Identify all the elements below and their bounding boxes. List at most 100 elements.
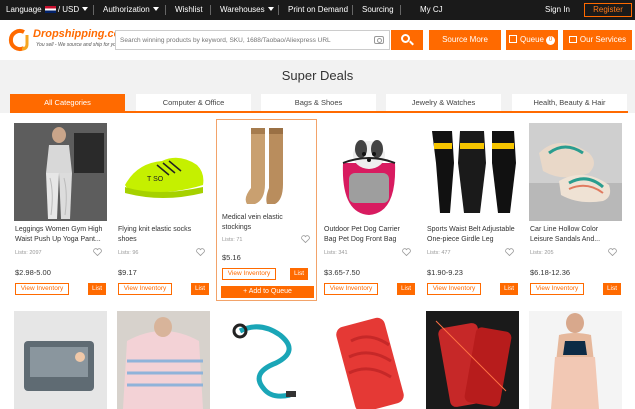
product-lists-count: Lists: 71	[222, 237, 243, 243]
product-image[interactable]: T SO	[117, 123, 210, 221]
authorization-label: Authorization	[103, 5, 150, 14]
heart-icon[interactable]	[196, 248, 205, 256]
product-name[interactable]: Sports Waist Belt Adjustable One-piece G…	[427, 225, 515, 245]
wishlist-link[interactable]: Wishlist	[175, 0, 203, 20]
product-card[interactable]: Outdoor Pet Dog Carrier Bag Pet Dog Fron…	[319, 119, 417, 304]
top-nav-bar: Language / USD Authorization Wishlist Wa…	[0, 0, 635, 20]
sign-in-link[interactable]: Sign In	[545, 0, 570, 20]
product-image[interactable]	[529, 123, 622, 221]
product-price: $5.16	[222, 253, 241, 262]
list-button[interactable]: List	[290, 268, 308, 280]
product-card-hovered[interactable]: Medical vein elastic stockings Lists: 71…	[216, 119, 317, 301]
tab-bags-shoes[interactable]: Bags & Shoes	[261, 94, 376, 111]
view-inventory-button[interactable]: View Inventory	[118, 283, 172, 295]
sourcing-link[interactable]: Sourcing	[362, 0, 394, 20]
list-button[interactable]: List	[500, 283, 518, 295]
register-button[interactable]: Register	[584, 3, 632, 17]
language-selector[interactable]: Language / USD	[6, 0, 89, 20]
us-flag-icon	[44, 6, 56, 13]
gift-icon	[568, 36, 577, 43]
cj-logo-icon	[8, 29, 29, 51]
divider	[352, 5, 353, 15]
chevron-down-icon	[152, 7, 159, 11]
product-image-row2[interactable]	[117, 311, 210, 409]
product-name[interactable]: Flying knit elastic socks shoes	[118, 225, 206, 245]
product-name[interactable]: Leggings Women Gym High Waist Push Up Yo…	[15, 225, 103, 245]
search-button[interactable]	[391, 30, 423, 50]
site-header: Dropshipping.com You sell - We source an…	[0, 20, 635, 60]
product-lists-count: Lists: 96	[118, 250, 139, 256]
product-image[interactable]	[221, 124, 314, 210]
heart-icon[interactable]	[402, 248, 411, 256]
tab-computer-office[interactable]: Computer & Office	[136, 94, 251, 111]
product-name[interactable]: Outdoor Pet Dog Carrier Bag Pet Dog Fron…	[324, 225, 412, 245]
print-on-demand-link[interactable]: Print on Demand	[288, 0, 348, 20]
heart-icon[interactable]	[608, 248, 617, 256]
product-image-row2[interactable]	[14, 311, 107, 409]
chevron-down-icon	[82, 7, 89, 11]
product-lists-count: Lists: 477	[427, 250, 451, 256]
travel-crib-photo	[14, 311, 107, 409]
warehouses-label: Warehouses	[220, 5, 265, 14]
view-inventory-button[interactable]: View Inventory	[222, 268, 276, 280]
search-input[interactable]	[116, 31, 371, 49]
product-image-row2[interactable]	[426, 311, 519, 409]
svg-text:T SO: T SO	[147, 176, 164, 183]
heart-icon[interactable]	[93, 248, 102, 256]
divider	[400, 5, 401, 15]
view-inventory-button[interactable]: View Inventory	[530, 283, 584, 295]
product-card[interactable]: Sports Waist Belt Adjustable One-piece G…	[422, 119, 520, 304]
dog-leash-photo	[220, 311, 313, 409]
list-button[interactable]: List	[603, 283, 621, 295]
green-sneaker-photo: T SO	[117, 123, 210, 221]
product-card[interactable]: Car Line Hollow Color Leisure Sandals An…	[525, 119, 623, 304]
product-image[interactable]	[323, 123, 416, 221]
our-services-label: Our Services	[579, 35, 627, 44]
queue-count-badge: 0	[546, 36, 556, 45]
product-image-row2[interactable]	[220, 311, 313, 409]
add-to-queue-button[interactable]: + Add to Queue	[221, 286, 314, 298]
view-inventory-button[interactable]: View Inventory	[324, 283, 378, 295]
sandals-photo	[529, 123, 622, 221]
product-price: $1.90-9.23	[427, 268, 463, 277]
list-button[interactable]: List	[88, 283, 106, 295]
site-logo[interactable]: Dropshipping.com You sell - We source an…	[7, 26, 130, 54]
product-grid: Leggings Women Gym High Waist Push Up Yo…	[0, 113, 635, 409]
authorization-menu[interactable]: Authorization	[103, 0, 159, 20]
source-more-button[interactable]: Source More	[429, 30, 501, 50]
product-image[interactable]	[14, 123, 107, 221]
heart-icon[interactable]	[505, 248, 514, 256]
divider	[165, 5, 166, 15]
search-icon-handle	[409, 40, 414, 46]
product-price: $2.98-5.00	[15, 268, 51, 277]
divider	[278, 5, 279, 15]
product-image[interactable]	[426, 123, 519, 221]
product-lists-count: Lists: 341	[324, 250, 348, 256]
heart-icon[interactable]	[301, 235, 310, 243]
product-lists-count: Lists: 2097	[15, 250, 42, 256]
list-button[interactable]: List	[191, 283, 209, 295]
queue-button[interactable]: Queue 0	[506, 30, 558, 50]
glass-phone-case-photo	[426, 311, 519, 409]
product-name[interactable]: Medical vein elastic stockings	[222, 213, 310, 233]
product-image-row2[interactable]	[529, 311, 622, 409]
tab-health-beauty-hair[interactable]: Health, Beauty & Hair	[512, 94, 627, 111]
camera-icon[interactable]	[374, 36, 384, 44]
product-card[interactable]: Leggings Women Gym High Waist Push Up Yo…	[10, 119, 108, 304]
product-image-row2[interactable]	[323, 311, 416, 409]
language-label: Language	[6, 5, 42, 14]
currency-label: / USD	[57, 5, 80, 14]
our-services-button[interactable]: Our Services	[563, 30, 632, 50]
my-cj-link[interactable]: My CJ	[420, 0, 443, 20]
tab-all-categories[interactable]: All Categories	[10, 94, 125, 111]
product-price: $3.65-7.50	[324, 268, 360, 277]
view-inventory-button[interactable]: View Inventory	[15, 283, 69, 295]
list-button[interactable]: List	[397, 283, 415, 295]
product-name[interactable]: Car Line Hollow Color Leisure Sandals An…	[530, 225, 618, 245]
warehouses-menu[interactable]: Warehouses	[220, 0, 274, 20]
product-card[interactable]: T SO Flying knit elastic socks shoes Lis…	[113, 119, 211, 304]
phone-case-photo	[323, 311, 416, 409]
view-inventory-button[interactable]: View Inventory	[427, 283, 481, 295]
page-title: Super Deals	[281, 68, 354, 83]
tab-jewelry-watches[interactable]: Jewelry & Watches	[386, 94, 501, 111]
